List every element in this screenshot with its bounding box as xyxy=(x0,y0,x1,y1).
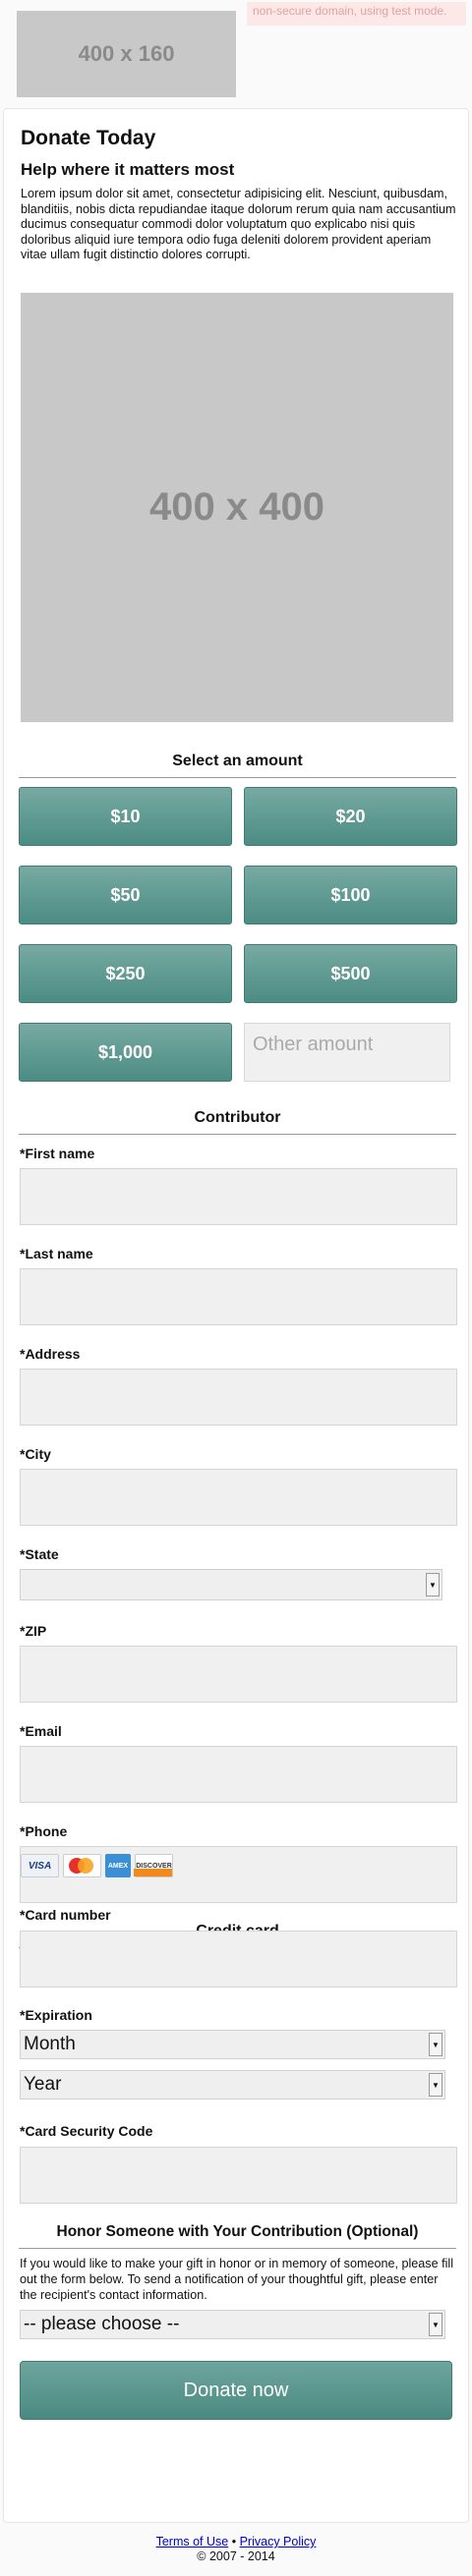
state-label: *State xyxy=(20,1546,59,1562)
city-input[interactable] xyxy=(20,1469,457,1526)
expiration-month-select[interactable]: Month ▼ xyxy=(20,2030,445,2059)
page-title: Donate Today xyxy=(21,127,156,149)
mastercard-icon xyxy=(63,1854,101,1877)
card-number-label: *Card number xyxy=(20,1907,111,1923)
honor-select-value: -- please choose -- xyxy=(24,2314,180,2334)
year-select-value: Year xyxy=(24,2074,62,2095)
discover-icon: DISCOVER xyxy=(134,1854,173,1877)
footer-separator: • xyxy=(231,2535,237,2548)
amount-button-1000[interactable]: $1,000 xyxy=(19,1023,232,1082)
terms-of-use-link[interactable]: Terms of Use xyxy=(156,2535,229,2548)
last-name-input[interactable] xyxy=(20,1268,457,1325)
email-label: *Email xyxy=(20,1723,62,1739)
zip-input[interactable] xyxy=(20,1646,457,1703)
chevron-down-icon: ▼ xyxy=(429,2033,442,2056)
copyright-text: © 2007 - 2014 xyxy=(197,2549,275,2563)
amount-button-250[interactable]: $250 xyxy=(19,944,232,1003)
zip-label: *ZIP xyxy=(20,1623,47,1639)
first-name-label: *First name xyxy=(20,1146,95,1161)
accepted-cards: VISA AMEX DISCOVER xyxy=(21,1854,173,1877)
address-label: *Address xyxy=(20,1346,81,1362)
honor-heading: Honor Someone with Your Contribution (Op… xyxy=(19,2223,456,2249)
expiration-year-select[interactable]: Year ▼ xyxy=(20,2070,445,2100)
chevron-down-icon: ▼ xyxy=(426,1573,440,1596)
test-mode-notice: non-secure domain, using test mode. xyxy=(247,2,466,26)
honor-description: If you would like to make your gift in h… xyxy=(20,2257,453,2302)
amount-button-50[interactable]: $50 xyxy=(19,866,232,924)
feature-image-placeholder: 400 x 400 xyxy=(21,293,453,722)
chevron-down-icon: ▼ xyxy=(429,2073,442,2097)
other-amount-input[interactable]: Other amount xyxy=(244,1023,450,1082)
page-footer: Terms of Use • Privacy Policy © 2007 - 2… xyxy=(0,2535,472,2564)
address-input[interactable] xyxy=(20,1369,457,1426)
security-code-label: *Card Security Code xyxy=(20,2123,153,2139)
donation-form-card: Donate Today Help where it matters most … xyxy=(3,108,469,2523)
city-label: *City xyxy=(20,1446,51,1462)
amount-button-500[interactable]: $500 xyxy=(244,944,457,1003)
page-subtitle: Help where it matters most xyxy=(21,160,235,179)
logo-placeholder-image: 400 x 160 xyxy=(17,11,236,97)
privacy-policy-link[interactable]: Privacy Policy xyxy=(240,2535,317,2548)
amount-button-10[interactable]: $10 xyxy=(19,787,232,846)
amount-button-100[interactable]: $100 xyxy=(244,866,457,924)
contributor-heading: Contributor xyxy=(19,1109,456,1135)
honor-select[interactable]: -- please choose -- ▼ xyxy=(20,2310,445,2339)
amex-icon: AMEX xyxy=(105,1854,131,1877)
chevron-down-icon: ▼ xyxy=(429,2313,442,2336)
expiration-label: *Expiration xyxy=(20,2007,92,2023)
visa-icon: VISA xyxy=(21,1854,59,1877)
select-amount-heading: Select an amount xyxy=(19,753,456,778)
intro-text: Lorem ipsum dolor sit amet, consectetur … xyxy=(21,187,456,261)
amount-button-20[interactable]: $20 xyxy=(244,787,457,846)
state-select[interactable]: ▼ xyxy=(20,1569,442,1600)
card-number-input[interactable] xyxy=(20,1931,457,1988)
security-code-input[interactable] xyxy=(20,2147,457,2204)
first-name-input[interactable] xyxy=(20,1168,457,1225)
phone-label: *Phone xyxy=(20,1823,68,1839)
month-select-value: Month xyxy=(24,2034,76,2054)
donate-now-button[interactable]: Donate now xyxy=(20,2361,452,2420)
email-input[interactable] xyxy=(20,1746,457,1803)
last-name-label: *Last name xyxy=(20,1246,93,1261)
